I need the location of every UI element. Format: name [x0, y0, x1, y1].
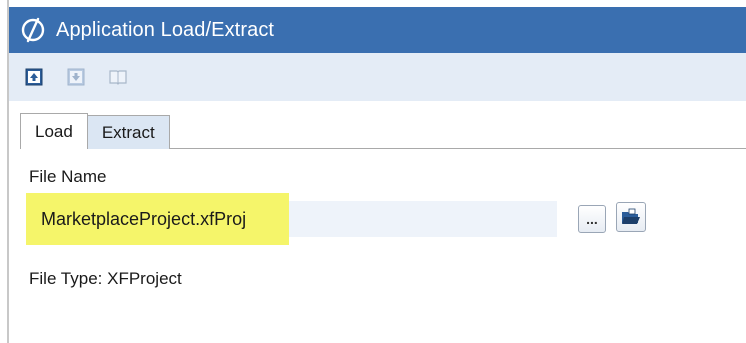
extract-icon[interactable] — [65, 66, 87, 88]
open-folder-icon — [622, 208, 640, 224]
tab-extract[interactable]: Extract — [86, 115, 170, 149]
tab-strip: Load Extract — [20, 113, 170, 149]
book-icon[interactable] — [107, 66, 129, 88]
load-panel: Load Extract File Name MarketplaceProjec… — [9, 101, 746, 343]
file-name-value: MarketplaceProject.xfProj — [41, 209, 247, 229]
browse-button[interactable]: ... — [578, 205, 606, 233]
app-window: Application Load/Extract Load Extract Fi… — [0, 0, 746, 343]
open-folder-button[interactable] — [616, 202, 646, 232]
window-title: Application Load/Extract — [56, 18, 275, 41]
file-type-text: File Type: XFProject — [29, 269, 182, 288]
file-name-label: File Name — [29, 167, 107, 186]
onestream-logo-icon — [18, 15, 48, 45]
title-bar: Application Load/Extract — [9, 7, 746, 53]
load-icon[interactable] — [23, 66, 45, 88]
toolbar — [9, 53, 746, 101]
tab-load[interactable]: Load — [20, 113, 88, 149]
